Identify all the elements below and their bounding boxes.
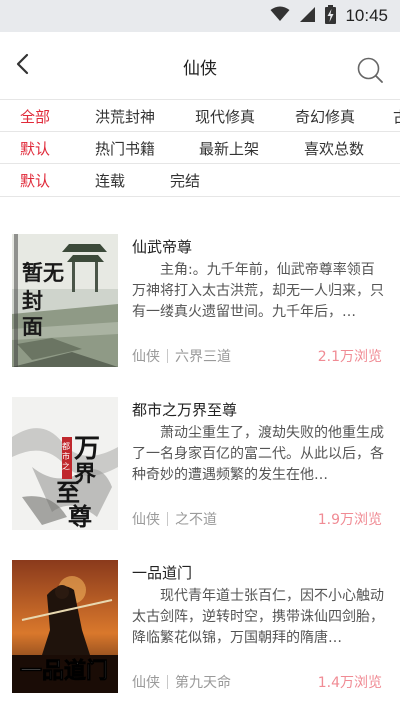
book-list-item[interactable]: 都 市 之 万 界 至 尊 都市之万界至尊 萧动尘重生了，渡劫失败的他重生成了一… bbox=[0, 397, 400, 537]
book-meta: 仙侠 之不道 bbox=[132, 509, 217, 529]
cover-lettering: 暂 bbox=[22, 261, 43, 285]
book-meta: 仙侠 六界三道 bbox=[132, 346, 231, 366]
book-title: 一品道门 bbox=[132, 564, 193, 582]
meta-divider bbox=[167, 349, 168, 363]
search-icon bbox=[356, 57, 384, 88]
book-views: 2.1万浏览 bbox=[317, 349, 382, 365]
status-default[interactable]: 默认 bbox=[20, 170, 50, 191]
book-category: 仙侠 bbox=[132, 512, 160, 528]
book-category: 仙侠 bbox=[132, 675, 160, 691]
meta-divider bbox=[167, 512, 168, 526]
svg-text:市: 市 bbox=[62, 451, 70, 461]
status-bar: 10:45 bbox=[0, 0, 400, 32]
battery-charging-icon bbox=[325, 4, 337, 28]
book-cover: 一品道门 bbox=[12, 560, 118, 693]
sort-newest[interactable]: 最新上架 bbox=[199, 138, 259, 159]
book-author: 六界三道 bbox=[175, 349, 231, 365]
category-fantasy-xiuzhen[interactable]: 奇幻修真 bbox=[295, 106, 355, 127]
book-list-item[interactable]: 暂 无 封 面 仙武帝尊 主角:。九千年前，仙武帝尊率领百万神将打入太古洪荒，却… bbox=[0, 234, 400, 374]
book-meta: 仙侠 第九天命 bbox=[132, 672, 231, 692]
status-icons: 10:45 bbox=[270, 0, 388, 32]
cover-lettering: 万 bbox=[74, 434, 100, 464]
book-description: 萧动尘重生了，渡劫失败的他重生成了一名身家百亿的富二代。从此以后，各种奇妙的遭遇… bbox=[132, 425, 384, 483]
sort-default[interactable]: 默认 bbox=[20, 138, 50, 159]
status-completed[interactable]: 完结 bbox=[170, 170, 200, 191]
book-title: 都市之万界至尊 bbox=[132, 401, 238, 419]
signal-icon bbox=[299, 6, 316, 27]
sort-popular[interactable]: 热门书籍 bbox=[95, 138, 155, 159]
book-title: 仙武帝尊 bbox=[132, 238, 193, 256]
filter-divider bbox=[0, 196, 400, 220]
svg-text:封: 封 bbox=[22, 289, 43, 313]
svg-text:无: 无 bbox=[43, 261, 64, 285]
svg-text:都: 都 bbox=[62, 442, 70, 451]
top-nav-bar: 仙侠 bbox=[0, 32, 400, 100]
svg-text:之: 之 bbox=[62, 461, 70, 471]
book-cover: 暂 无 封 面 bbox=[12, 234, 118, 367]
category-more-partial[interactable]: 古 bbox=[393, 106, 400, 127]
sort-filter-row: 默认 热门书籍 最新上架 喜欢总数 bbox=[0, 131, 400, 163]
meta-divider bbox=[167, 675, 168, 689]
svg-text:尊: 尊 bbox=[68, 502, 92, 530]
sort-likes[interactable]: 喜欢总数 bbox=[304, 138, 364, 159]
book-author: 之不道 bbox=[175, 512, 217, 528]
book-cover: 都 市 之 万 界 至 尊 bbox=[12, 397, 118, 530]
category-honghuang[interactable]: 洪荒封神 bbox=[95, 106, 155, 127]
book-description: 现代青年道士张百仁，因不小心触动太古剑阵，逆转时空，携带诛仙四剑胎，降临繁花似锦… bbox=[132, 588, 384, 646]
wifi-icon bbox=[270, 6, 290, 26]
book-views: 1.9万浏览 bbox=[317, 512, 382, 528]
book-list-item[interactable]: 一品道门 一品道门 现代青年道士张百仁，因不小心触动太古剑阵，逆转时空，携带诛仙… bbox=[0, 560, 400, 700]
page-title: 仙侠 bbox=[183, 59, 217, 79]
status-time: 10:45 bbox=[345, 6, 388, 25]
svg-text:面: 面 bbox=[22, 315, 43, 339]
category-modern-xiuzhen[interactable]: 现代修真 bbox=[195, 106, 255, 127]
book-views: 1.4万浏览 bbox=[317, 675, 382, 691]
book-category: 仙侠 bbox=[132, 349, 160, 365]
status-filter-row: 默认 连载 完结 bbox=[0, 163, 400, 195]
book-author: 第九天命 bbox=[175, 675, 231, 691]
category-all[interactable]: 全部 bbox=[20, 106, 50, 127]
cover-lettering: 一品道门 bbox=[20, 658, 108, 684]
status-ongoing[interactable]: 连载 bbox=[95, 170, 125, 191]
book-description: 主角:。九千年前，仙武帝尊率领百万神将打入太古洪荒，却无一人归来，只有一缕真火遗… bbox=[132, 262, 384, 320]
search-button[interactable] bbox=[356, 56, 384, 84]
category-filter-row: 全部 洪荒封神 现代修真 奇幻修真 古 bbox=[0, 99, 400, 131]
